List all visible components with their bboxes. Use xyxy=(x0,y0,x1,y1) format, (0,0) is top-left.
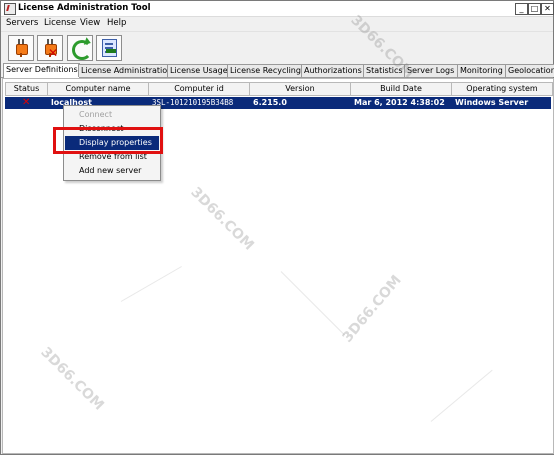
cell-build-date: Mar 6, 2012 4:38:02 xyxy=(354,98,445,107)
app-icon xyxy=(4,3,16,15)
menu-connect[interactable]: Connect xyxy=(65,108,159,122)
display-properties-button[interactable] xyxy=(96,35,122,61)
cell-operating-system: Windows Server xyxy=(455,98,529,107)
menu-license[interactable]: License xyxy=(44,18,76,28)
header-status[interactable]: Status xyxy=(5,82,48,96)
maximize-button[interactable]: □ xyxy=(528,3,541,15)
status-error-icon: ✕ xyxy=(22,97,31,108)
menu-servers[interactable]: Servers xyxy=(6,18,38,28)
tab-authorizations[interactable]: Authorizations xyxy=(301,64,365,77)
menu-bar: Servers License View Help xyxy=(1,17,553,30)
highlight-annotation xyxy=(53,127,163,154)
tab-server-definitions[interactable]: Server Definitions xyxy=(3,63,80,78)
title-bar: License Administration Tool _ □ ✕ xyxy=(1,1,554,17)
cell-version: 6.215.0 xyxy=(253,98,287,107)
arrow-icon xyxy=(106,49,116,53)
header-build-date[interactable]: Build Date xyxy=(350,82,452,96)
x-icon: ✕ xyxy=(48,46,59,60)
tab-geolocation[interactable]: Geolocation xyxy=(505,64,554,77)
cell-computer-id: 3SL-101210195B34B8 xyxy=(152,98,234,107)
tab-license-usage[interactable]: License Usage xyxy=(167,64,229,77)
header-operating-system[interactable]: Operating system xyxy=(451,82,553,96)
disconnect-button[interactable]: ✕ xyxy=(37,35,63,61)
properties-icon xyxy=(102,39,117,57)
menu-view[interactable]: View xyxy=(80,18,100,28)
window-title: License Administration Tool xyxy=(18,3,151,13)
menu-help[interactable]: Help xyxy=(107,18,126,28)
app-window: License Administration Tool _ □ ✕ Server… xyxy=(0,0,554,455)
close-button[interactable]: ✕ xyxy=(541,3,554,15)
connect-button[interactable] xyxy=(8,35,34,61)
tab-license-recycling[interactable]: License Recycling xyxy=(227,64,303,77)
minimize-button[interactable]: _ xyxy=(515,3,528,15)
header-computer-id[interactable]: Computer id xyxy=(148,82,250,96)
header-computer-name[interactable]: Computer name xyxy=(47,82,149,96)
tab-monitoring[interactable]: Monitoring xyxy=(457,64,507,77)
tab-bar: Server Definitions License Administratio… xyxy=(1,63,554,78)
tab-license-administration[interactable]: License Administration xyxy=(78,64,169,77)
menu-add-new-server[interactable]: Add new server xyxy=(65,164,159,178)
toolbar: ✕ xyxy=(1,31,553,64)
header-version[interactable]: Version xyxy=(249,82,351,96)
refresh-button[interactable] xyxy=(67,35,93,61)
plug-icon xyxy=(15,39,28,57)
